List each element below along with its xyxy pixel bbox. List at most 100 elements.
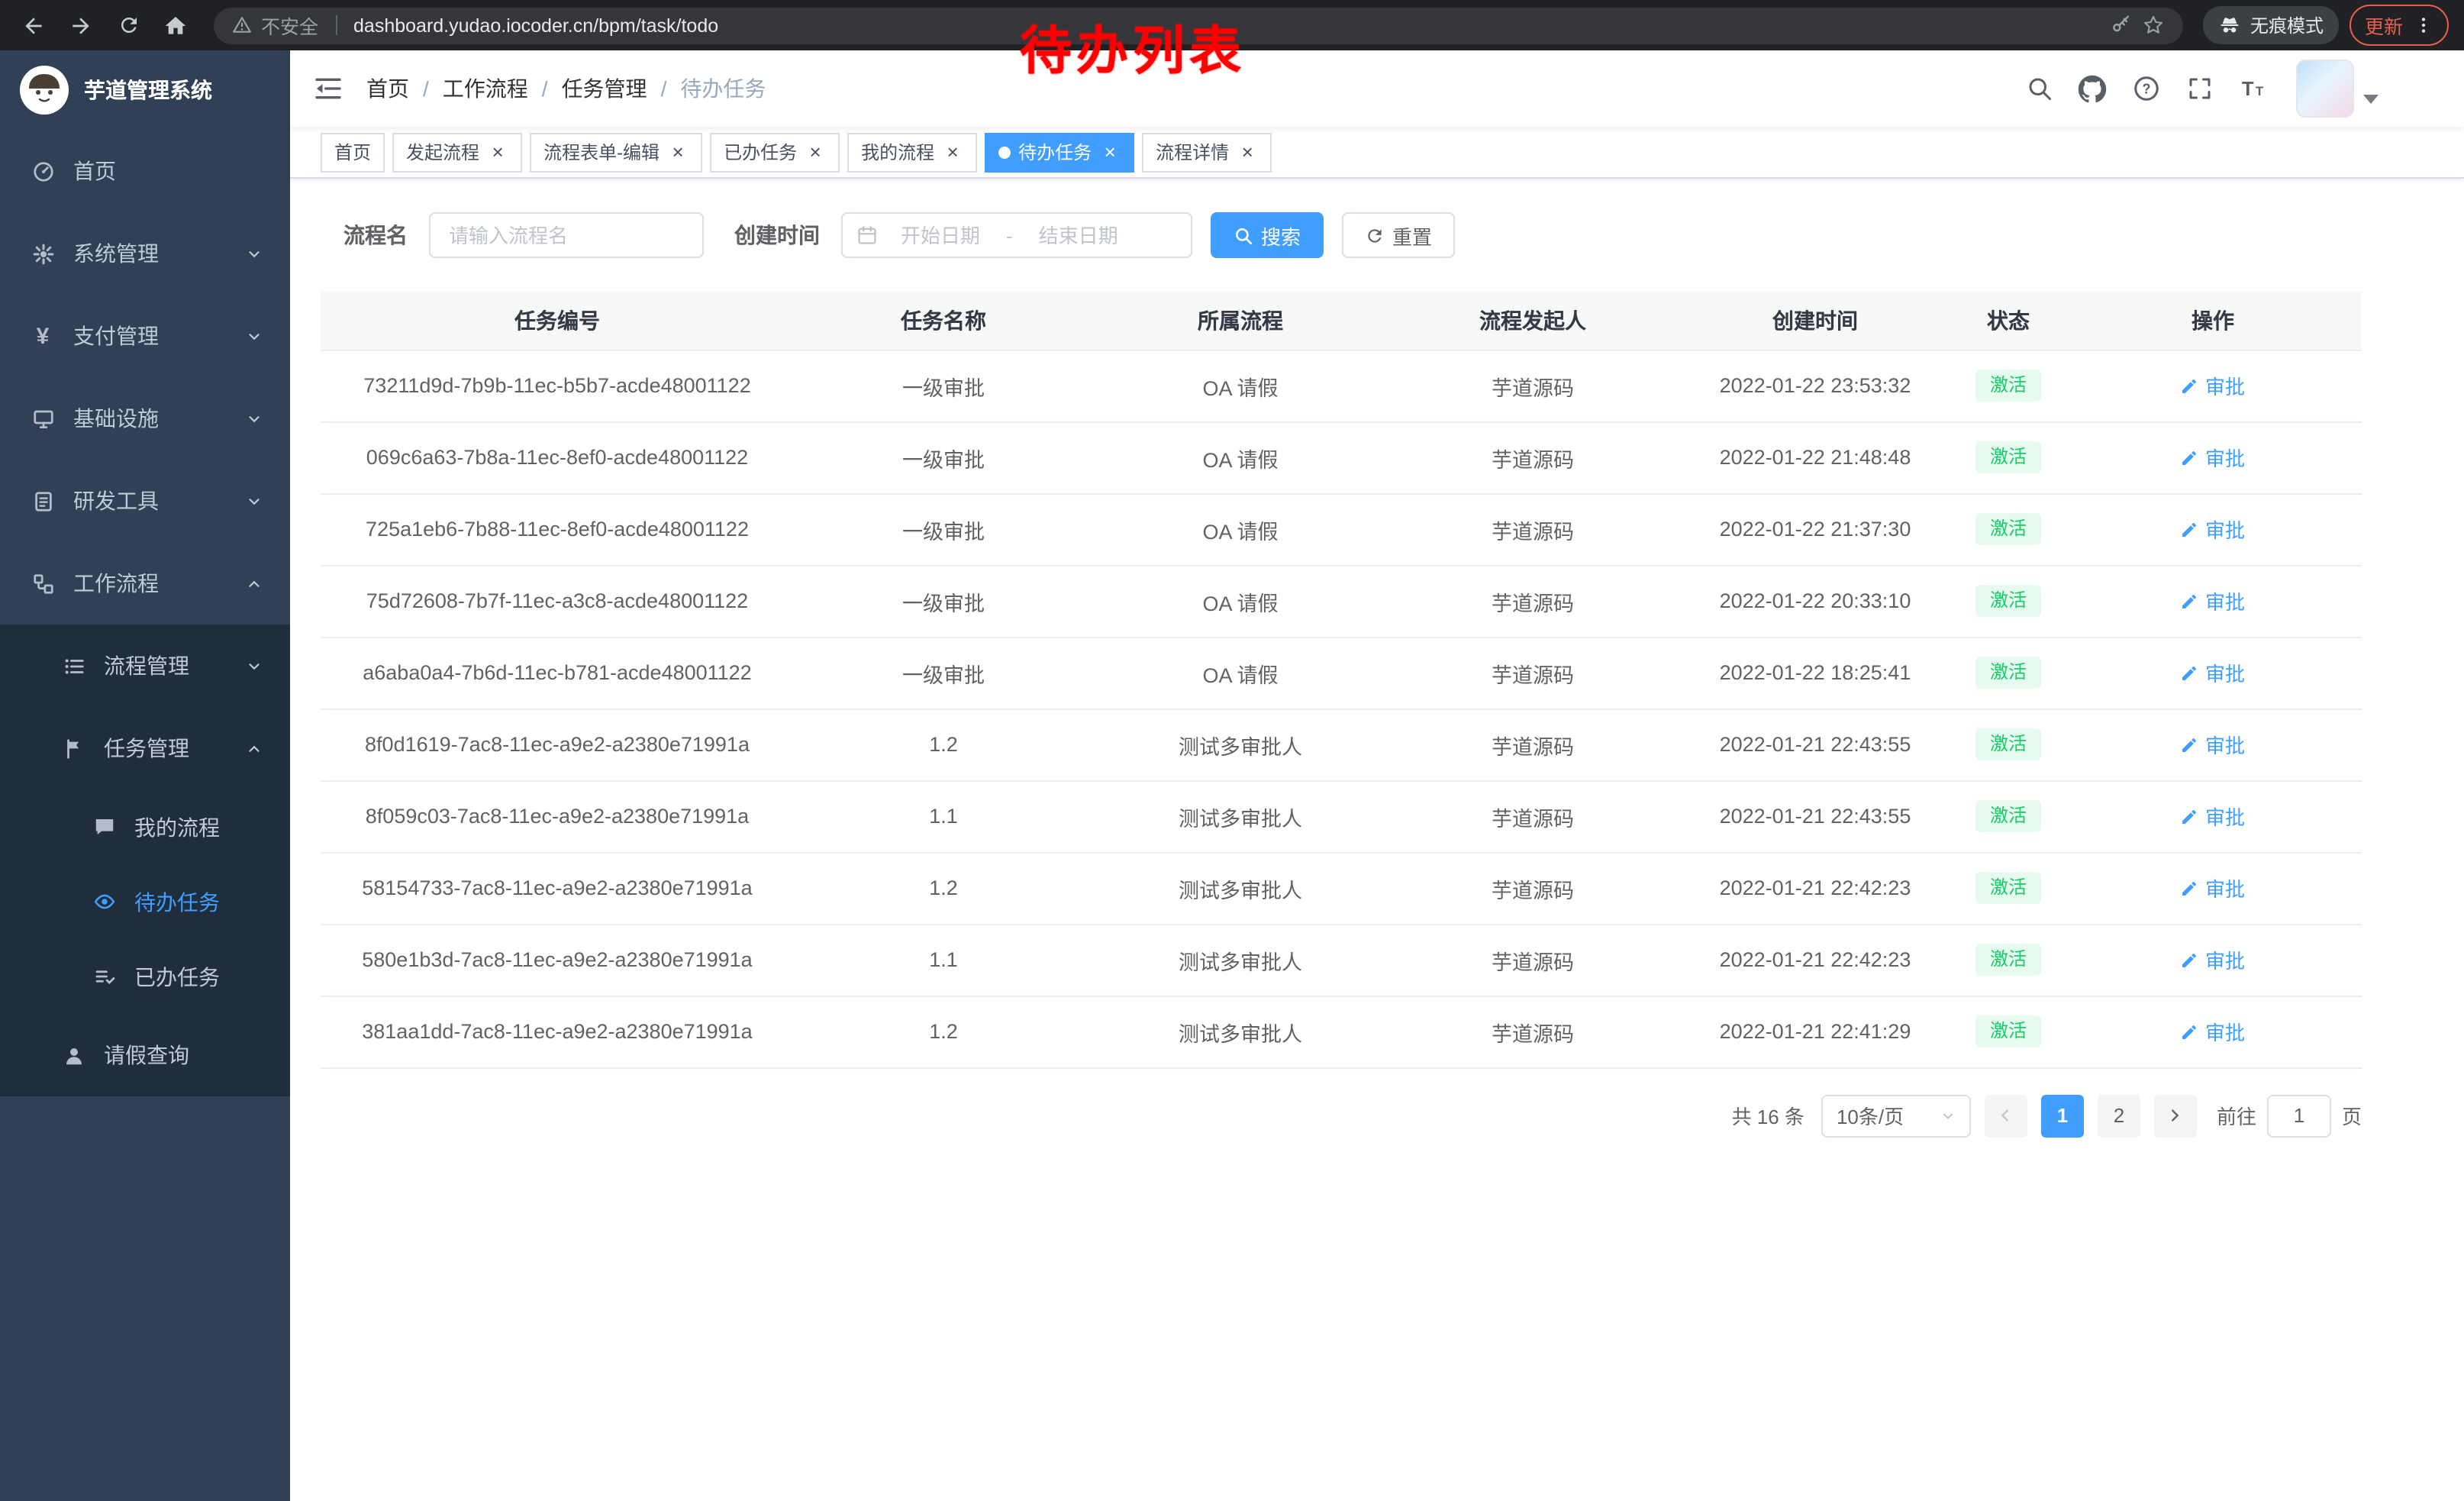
reset-button[interactable]: 重置 (1342, 212, 1455, 258)
menu-fold-icon[interactable] (290, 50, 366, 127)
sidebar-item-process-management[interactable]: 流程管理 (0, 625, 290, 707)
approve-link[interactable]: 审批 (2181, 730, 2245, 759)
column-header-initiator: 流程发起人 (1388, 292, 1678, 350)
sidebar-item-dev-tools[interactable]: 研发工具 (0, 460, 290, 542)
cell-initiator: 芋道源码 (1388, 637, 1678, 709)
start-date-input[interactable] (884, 224, 997, 247)
eye-icon (92, 889, 116, 914)
fullscreen-icon[interactable] (2174, 63, 2224, 115)
breadcrumb-home[interactable]: 首页 (366, 73, 409, 104)
warning-icon[interactable] (232, 15, 252, 35)
key-icon[interactable] (2110, 14, 2133, 37)
cell-task-id: 725a1eb6-7b88-11ec-8ef0-acde48001122 (321, 493, 794, 565)
sidebar-item-workflow[interactable]: 工作流程 (0, 542, 290, 625)
sidebar-item-home[interactable]: 首页 (0, 130, 290, 212)
tab-todo-tasks[interactable]: 待办任务 × (985, 132, 1134, 172)
close-icon[interactable]: × (667, 141, 689, 163)
help-icon[interactable]: ? (2121, 63, 2171, 115)
close-icon[interactable]: × (942, 141, 963, 163)
sidebar-item-task-management[interactable]: 任务管理 (0, 707, 290, 789)
close-icon[interactable]: × (487, 141, 508, 163)
goto-page-input[interactable] (2267, 1094, 2331, 1137)
approve-link[interactable]: 审批 (2181, 586, 2245, 615)
approve-link[interactable]: 审批 (2181, 515, 2245, 544)
cell-task-name: 1.2 (794, 709, 1093, 780)
column-header-created: 创建时间 (1678, 292, 1953, 350)
process-name-input[interactable] (429, 212, 704, 258)
approve-link[interactable]: 审批 (2181, 873, 2245, 902)
sidebar-item-label: 支付管理 (73, 321, 159, 351)
font-size-icon[interactable]: TT (2227, 63, 2278, 115)
tab-process-form-edit[interactable]: 流程表单-编辑 × (530, 132, 702, 172)
approve-link-label: 审批 (2205, 1017, 2245, 1046)
approve-link[interactable]: 审批 (2181, 945, 2245, 974)
approve-link[interactable]: 审批 (2181, 802, 2245, 831)
cell-task-name: 一级审批 (794, 493, 1093, 565)
cell-created: 2022-01-22 21:48:48 (1678, 421, 1953, 493)
tab-start-process[interactable]: 发起流程 × (392, 132, 522, 172)
close-icon[interactable]: × (805, 141, 826, 163)
tab-process-detail[interactable]: 流程详情 × (1142, 132, 1272, 172)
address-bar[interactable]: 不安全 dashboard.yudao.iocoder.cn/bpm/task/… (214, 7, 2183, 44)
cell-task-name: 一级审批 (794, 565, 1093, 637)
browser-home-icon[interactable] (157, 7, 194, 44)
tab-my-processes[interactable]: 我的流程 × (847, 132, 977, 172)
chevron-down-icon (246, 410, 263, 427)
approve-link[interactable]: 审批 (2181, 371, 2245, 400)
sidebar-item-todo-tasks[interactable]: 待办任务 (0, 864, 290, 939)
bookmark-star-icon[interactable] (2142, 14, 2165, 37)
tags-bar: 首页 发起流程 × 流程表单-编辑 × 已办任务 × 我的流程 × (290, 127, 2464, 179)
page-button-1[interactable]: 1 (2041, 1094, 2084, 1137)
cell-process: 测试多审批人 (1093, 709, 1388, 780)
close-icon[interactable]: × (1099, 141, 1121, 163)
app-logo (20, 66, 69, 115)
approve-link[interactable]: 审批 (2181, 1017, 2245, 1046)
sidebar-logo-row[interactable]: 芋道管理系统 (0, 50, 290, 130)
browser-update-button[interactable]: 更新 (2350, 5, 2449, 46)
chevron-down-icon (1940, 1108, 1956, 1123)
list-icon (61, 654, 85, 678)
cell-task-name: 1.1 (794, 924, 1093, 996)
next-page-button[interactable] (2154, 1094, 2197, 1137)
close-icon[interactable]: × (1237, 141, 1258, 163)
svg-text:T: T (2255, 85, 2262, 98)
cell-task-name: 1.1 (794, 780, 1093, 852)
sidebar-item-done-tasks[interactable]: 已办任务 (0, 939, 290, 1014)
browser-back-icon[interactable] (15, 7, 52, 44)
breadcrumb-workflow[interactable]: 工作流程 (443, 73, 528, 104)
sidebar-item-leave-query[interactable]: 请假查询 (0, 1014, 290, 1096)
cell-task-id: 381aa1dd-7ac8-11ec-a9e2-a2380e71991a (321, 996, 794, 1067)
browser-menu-icon[interactable] (2414, 15, 2433, 35)
search-button[interactable]: 搜索 (1211, 212, 1324, 258)
tab-home[interactable]: 首页 (321, 132, 385, 172)
incognito-badge: 无痕模式 (2203, 6, 2339, 44)
cell-created: 2022-01-22 23:53:32 (1678, 350, 1953, 421)
breadcrumb-task-management[interactable]: 任务管理 (562, 73, 647, 104)
cell-created: 2022-01-21 22:43:55 (1678, 780, 1953, 852)
breadcrumb-separator: / (661, 76, 667, 101)
date-range-picker[interactable]: - (841, 212, 1192, 258)
sidebar-item-system[interactable]: 系统管理 (0, 212, 290, 295)
reset-button-label: 重置 (1392, 221, 1432, 250)
search-icon[interactable] (2014, 63, 2064, 115)
user-avatar[interactable] (2296, 60, 2354, 118)
prev-page-button[interactable] (1985, 1094, 2027, 1137)
github-icon[interactable] (2067, 63, 2117, 115)
page-button-2[interactable]: 2 (2098, 1094, 2140, 1137)
sidebar-item-infrastructure[interactable]: 基础设施 (0, 377, 290, 460)
browser-forward-icon[interactable] (63, 7, 99, 44)
page-size-select[interactable]: 10条/页 (1821, 1094, 1971, 1137)
approve-link[interactable]: 审批 (2181, 443, 2245, 472)
chevron-down-icon (246, 245, 263, 262)
cell-task-id: 069c6a63-7b8a-11ec-8ef0-acde48001122 (321, 421, 794, 493)
cell-initiator: 芋道源码 (1388, 709, 1678, 780)
user-menu[interactable] (2296, 60, 2379, 118)
tab-done-tasks[interactable]: 已办任务 × (710, 132, 840, 172)
end-date-input[interactable] (1022, 224, 1135, 247)
sidebar-item-payment[interactable]: ¥ 支付管理 (0, 295, 290, 377)
sidebar-item-my-processes[interactable]: 我的流程 (0, 789, 290, 864)
chevron-up-icon (246, 740, 263, 757)
page-content: 流程名 创建时间 - 搜索 (290, 179, 2464, 1501)
approve-link[interactable]: 审批 (2181, 658, 2245, 687)
browser-reload-icon[interactable] (110, 7, 147, 44)
